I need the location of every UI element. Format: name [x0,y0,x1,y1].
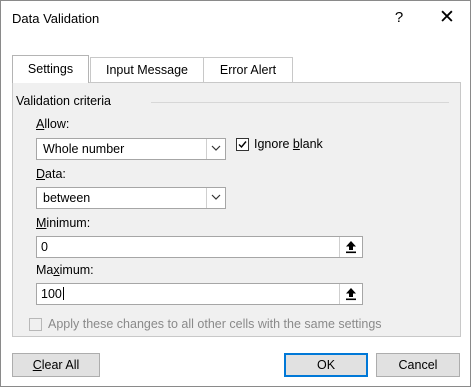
data-value: between [43,191,91,205]
help-button[interactable]: ? [385,7,413,29]
ignore-blank-label-post: lank [299,137,323,151]
ignore-blank-checkbox[interactable] [236,138,249,151]
title-bar[interactable]: Data Validation ? ✕ [1,1,470,35]
data-dropdown[interactable]: between [36,187,226,209]
close-icon: ✕ [439,7,455,28]
apply-to-all-label: Apply these changes to all other cells w… [48,317,382,331]
allow-value: Whole number [43,142,125,156]
section-title: Validation criteria [16,94,111,108]
range-picker-icon [346,241,356,254]
minimum-value: 0 [41,240,48,254]
clear-all-button[interactable]: Clear All [12,353,100,377]
cancel-button[interactable]: Cancel [376,353,460,377]
tab-settings[interactable]: Settings [12,55,89,83]
minimum-label: Minimum: [36,216,90,230]
allow-dropdown-button[interactable] [206,139,225,159]
tab-error-alert[interactable]: Error Alert [203,57,293,82]
chevron-down-icon [211,145,221,151]
minimum-range-picker-button[interactable] [339,237,362,257]
minimum-label-rest: inimum: [46,216,91,230]
maximum-label: Maximum: [36,263,94,277]
minimum-label-accel: M [36,216,47,230]
close-button[interactable]: ✕ [433,7,461,29]
maximum-range-picker-button[interactable] [339,284,362,304]
clear-all-accel: C [32,358,42,372]
chevron-down-icon [211,194,221,200]
apply-to-all-checkbox[interactable] [29,318,42,331]
ignore-blank-label[interactable]: Ignore blank [254,137,323,151]
text-caret [62,287,64,300]
clear-all-rest: lear All [41,358,80,372]
ignore-blank-label-pre: Ignore [254,137,293,151]
validation-criteria-heading: Validation criteria [16,94,111,110]
maximum-value-wrapper: 100 [41,287,64,301]
minimum-input[interactable]: 0 [36,236,363,258]
ignore-blank-label-accel: b [292,137,300,151]
maximum-value: 100 [41,287,62,301]
data-dropdown-button[interactable] [206,188,225,208]
range-picker-icon [346,288,356,301]
maximum-input[interactable]: 100 [36,283,363,305]
section-divider [151,102,449,103]
allow-label-rest: llow: [44,117,70,131]
tab-input-message[interactable]: Input Message [90,57,204,82]
data-label-accel: D [36,167,46,181]
data-label-rest: ata: [45,167,66,181]
dialog-title: Data Validation [12,11,100,26]
allow-dropdown[interactable]: Whole number [36,138,226,160]
allow-label: Allow: [36,117,69,131]
data-label: Data: [36,167,66,181]
checkmark-icon [238,141,247,149]
ok-button[interactable]: OK [284,353,368,377]
maximum-label-post: imum: [59,263,94,277]
data-validation-dialog: Data Validation ? ✕ Settings Input Messa… [0,0,471,387]
maximum-label-pre: Ma [36,263,54,277]
